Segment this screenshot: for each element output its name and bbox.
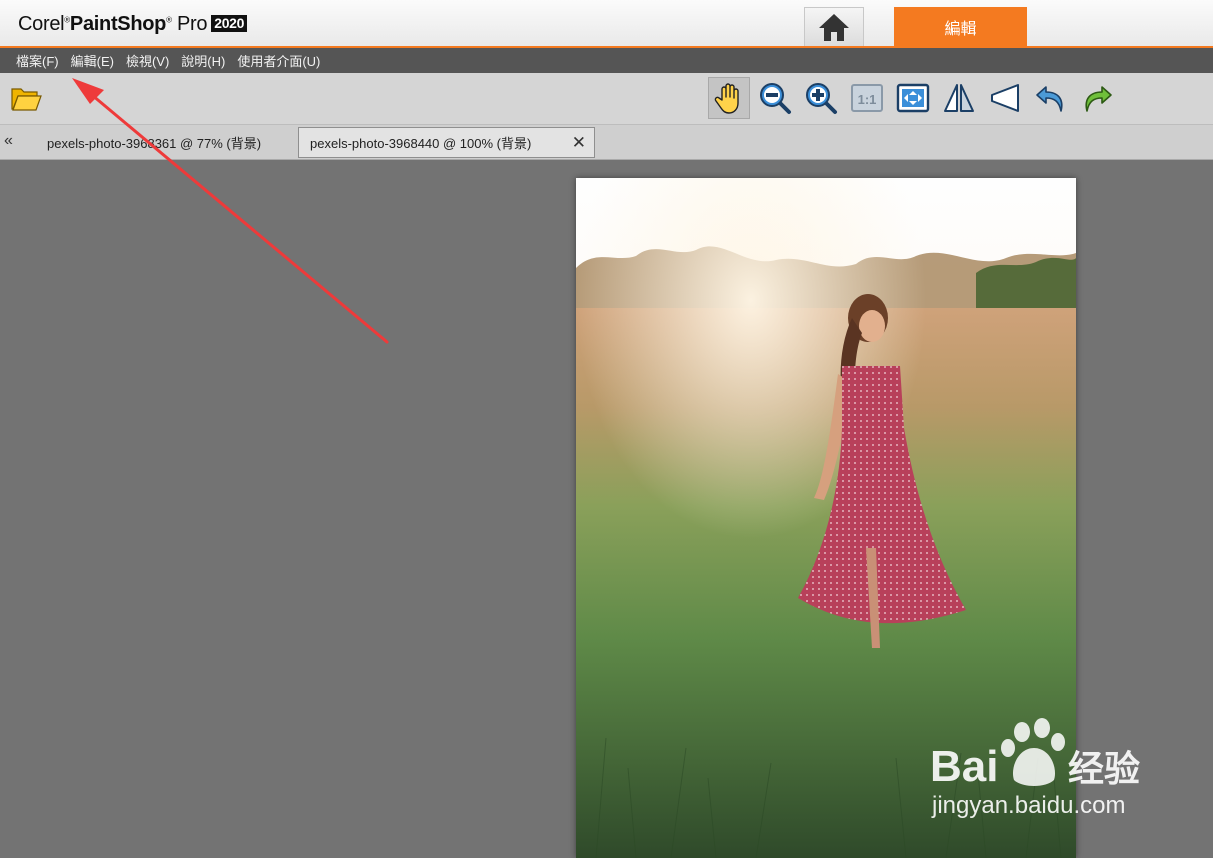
app-logo: Corel®PaintShop® Pro 2020 [18, 13, 248, 36]
zoom-out-button[interactable] [754, 77, 796, 119]
menu-user-interface[interactable]: 使用者介面(U) [231, 51, 326, 70]
menu-edit[interactable]: 編輯(E) [65, 51, 120, 70]
home-icon [819, 14, 849, 41]
pan-tool-button[interactable] [708, 77, 750, 119]
home-tab-button[interactable] [804, 7, 864, 46]
actual-size-button[interactable]: 1:1 [846, 77, 888, 119]
open-file-button[interactable] [5, 77, 47, 119]
redo-button[interactable] [1076, 77, 1118, 119]
fit-window-button[interactable] [892, 77, 934, 119]
undo-button[interactable] [1030, 77, 1072, 119]
document-tab-strip: « pexels-photo-3968361 @ 77% (背景) pexels… [0, 125, 1213, 160]
brand-pro: Pro [176, 13, 208, 35]
baidu-watermark: Bai 经验 jingyan.baidu.com [930, 718, 1140, 819]
redo-icon [1085, 86, 1112, 112]
edit-tab-button[interactable]: 編輯 [894, 7, 1027, 46]
actual-size-icon: 1:1 [851, 84, 883, 112]
tab-document-2-label: pexels-photo-3968440 @ 100% (背景) [310, 136, 532, 151]
straighten-icon [944, 84, 974, 112]
close-icon[interactable]: ✕ [572, 134, 586, 151]
brand-year: 2020 [211, 15, 248, 32]
undo-icon [1036, 86, 1063, 112]
menu-help[interactable]: 說明(H) [175, 51, 231, 70]
watermark-brand-cn: 经验 [1068, 749, 1140, 790]
zoom-in-icon [806, 83, 837, 114]
tab-document-1-label: pexels-photo-3968361 @ 77% (背景) [47, 136, 262, 151]
title-bar: Corel®PaintShop® Pro 2020 編輯 [0, 0, 1213, 48]
zoom-out-icon [760, 83, 791, 114]
brand-corel: Corel [18, 13, 65, 35]
perspective-button[interactable] [984, 77, 1026, 119]
actual-size-label: 1:1 [858, 92, 877, 107]
menu-view[interactable]: 檢視(V) [120, 51, 175, 70]
menu-bar: 檔案(F) 編輯(E) 檢視(V) 說明(H) 使用者介面(U) [0, 48, 1213, 73]
zoom-in-button[interactable] [800, 77, 842, 119]
brand-paintshop: PaintShop [69, 13, 167, 35]
menu-file[interactable]: 檔案(F) [10, 51, 65, 70]
watermark-brand: Bai [930, 742, 998, 791]
perspective-icon [991, 84, 1019, 112]
open-folder-icon [11, 88, 42, 111]
tab-document-1[interactable]: pexels-photo-3968361 @ 77% (背景) [32, 127, 294, 158]
straighten-button[interactable] [938, 77, 980, 119]
pan-hand-icon [714, 83, 739, 114]
watermark-url: jingyan.baidu.com [931, 792, 1125, 819]
tab-document-2[interactable]: pexels-photo-3968440 @ 100% (背景) ✕ [298, 127, 595, 158]
fit-window-icon [896, 83, 930, 113]
toolbar: 1:1 [0, 73, 1213, 125]
tab-scroll-left-icon[interactable]: « [4, 132, 20, 150]
